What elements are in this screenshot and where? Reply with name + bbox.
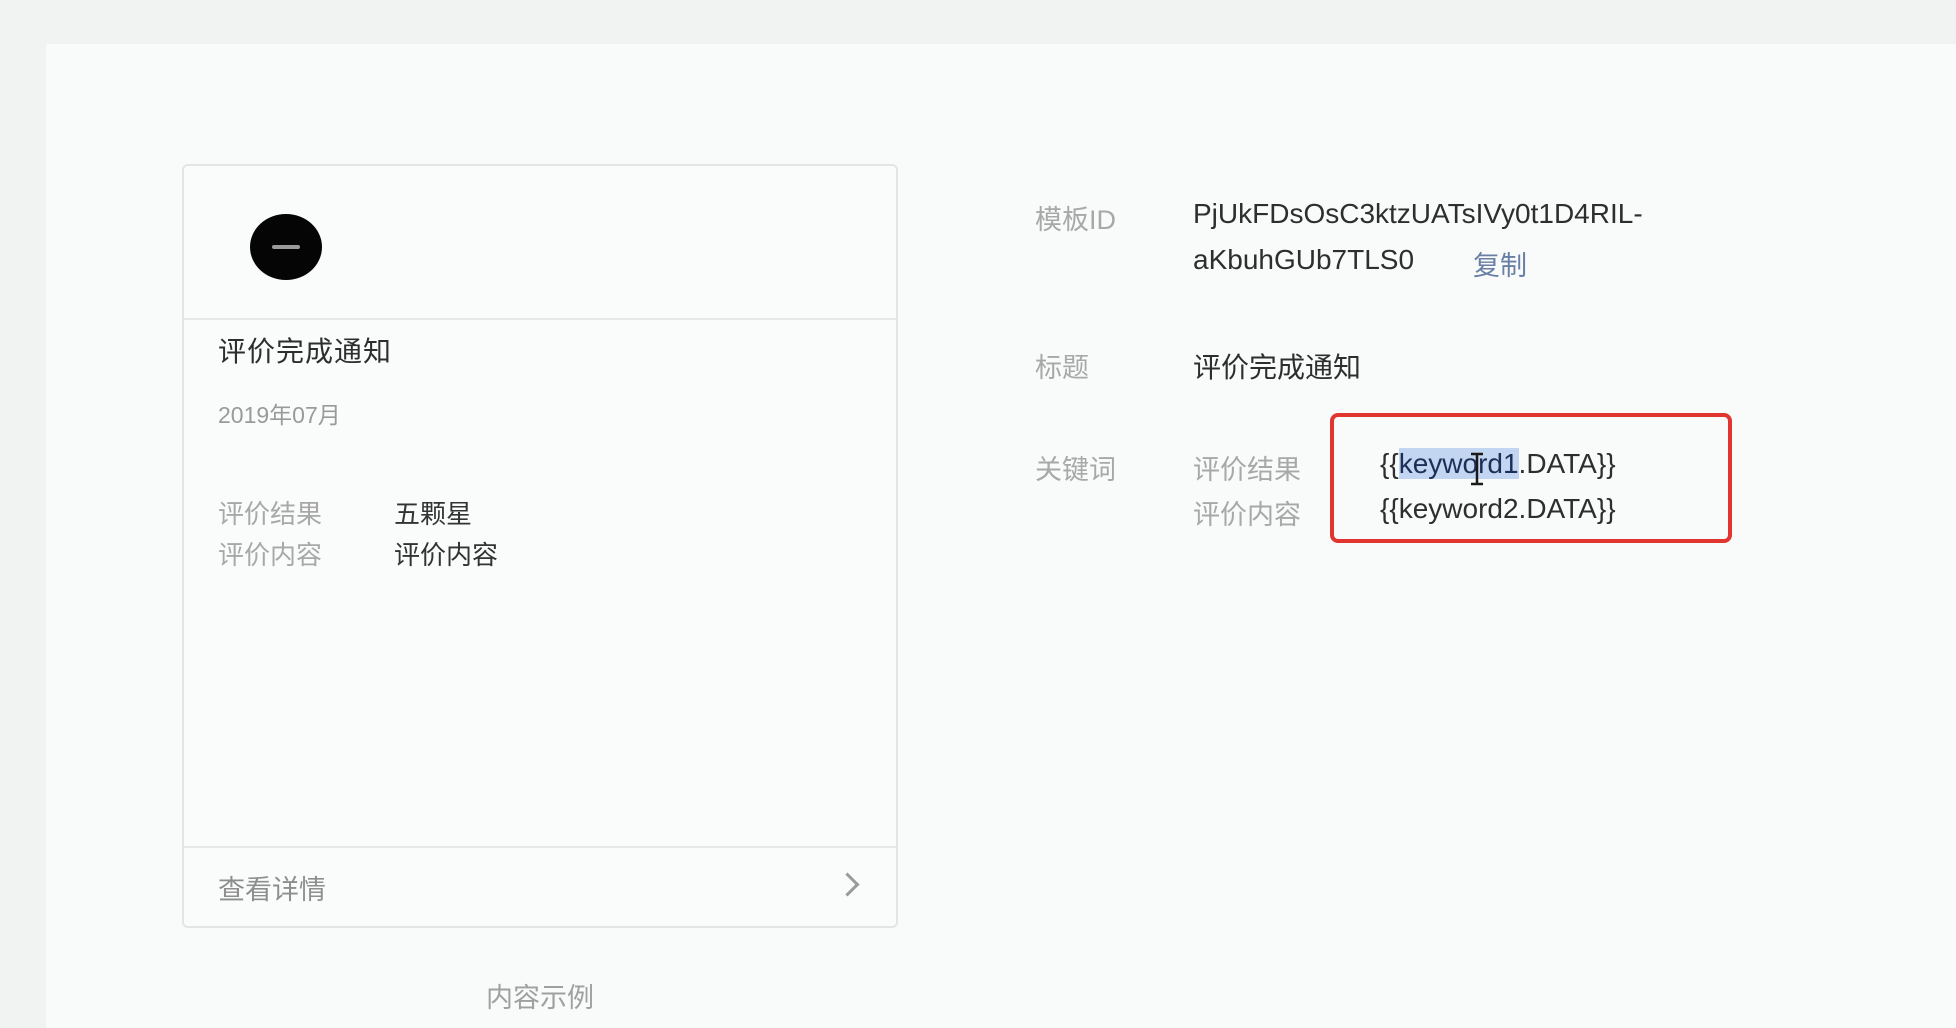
card-header	[184, 166, 896, 320]
keyword-name: 评价结果	[1193, 455, 1301, 485]
template-id-value-line2: aKbuhGUb7TLS0	[1193, 244, 1415, 275]
avatar-logo-mark	[272, 245, 300, 249]
title-label: 标题	[1035, 353, 1089, 383]
preview-row-key: 评价内容	[218, 540, 323, 570]
template-id-value-line1: PjUkFDsOsC3ktzUATsIVy0t1D4RIL-	[1193, 198, 1643, 229]
keywords-label: 关键词	[1035, 455, 1116, 485]
preview-row: 评价结果 五颗星	[218, 494, 472, 531]
preview-row: 评价内容 评价内容	[218, 535, 498, 572]
example-caption: 内容示例	[486, 983, 594, 1013]
template-id-label: 模板ID	[1035, 205, 1116, 235]
annotation-highlight-box	[1330, 413, 1732, 543]
chevron-right-icon	[835, 872, 860, 897]
account-avatar	[250, 214, 322, 280]
preview-date: 2019年07月	[218, 402, 341, 428]
message-preview-card: 评价完成通知 2019年07月 评价结果 五颗星 评价内容 评价内容 查看详情	[182, 164, 898, 928]
preview-title: 评价完成通知	[218, 336, 393, 367]
preview-row-value: 五颗星	[394, 499, 473, 529]
keyword-name: 评价内容	[1193, 500, 1301, 530]
text-cursor-icon	[1471, 452, 1483, 486]
view-details-label: 查看详情	[218, 875, 326, 905]
preview-row-value: 评价内容	[394, 540, 499, 570]
copy-button[interactable]: 复制	[1473, 244, 1527, 283]
title-value: 评价完成通知	[1193, 352, 1362, 383]
view-details-link[interactable]: 查看详情	[184, 846, 896, 926]
preview-row-key: 评价结果	[218, 499, 323, 529]
